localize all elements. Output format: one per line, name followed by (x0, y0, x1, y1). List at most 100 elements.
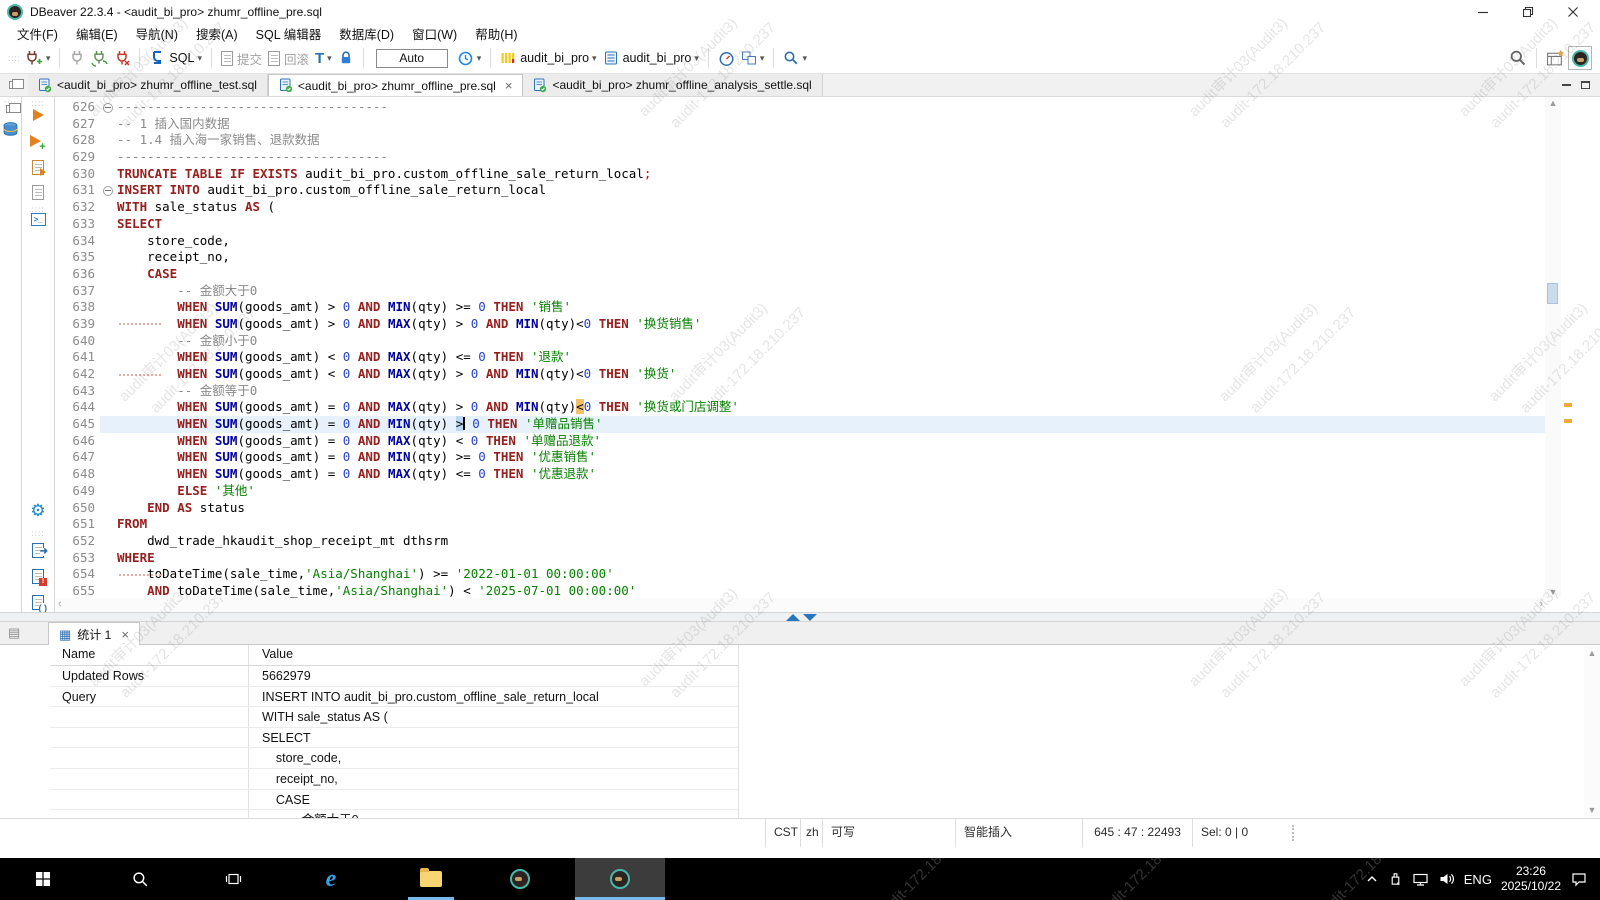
statistics-table[interactable]: Name Value Updated Rows 5662979 Query INSER… (0, 645, 1584, 818)
transaction-log-button[interactable]: ▾ (457, 50, 482, 67)
database-selector[interactable]: audit_bi_pro ▾ (603, 50, 699, 66)
lock-button[interactable] (338, 50, 354, 66)
windows-taskbar: e ENG 23:26 2025/10/22 audit-172.18.210.… (0, 810, 1600, 900)
panel-splitter[interactable] (0, 612, 1600, 622)
dbeaver-window: DBeaver 22.3.4 - <audit_bi_pro> zhumr_of… (0, 0, 1600, 900)
minimize-button[interactable] (1461, 0, 1505, 24)
minimize-editor-icon[interactable] (1562, 83, 1571, 87)
close-button[interactable] (1551, 0, 1595, 24)
chevron-up-icon[interactable] (1365, 872, 1379, 886)
dbeaver-taskbar-icon[interactable] (496, 858, 544, 900)
language-indicator[interactable]: ENG (1464, 872, 1492, 887)
scrollbar-thumb[interactable] (1547, 283, 1558, 304)
scroll-up-icon[interactable]: ▲ (1545, 98, 1561, 108)
chevron-down-icon[interactable]: ▾ (197, 53, 202, 64)
menu-item[interactable]: 窗口(W) (403, 23, 466, 44)
restore-editor-icon[interactable] (0, 74, 28, 96)
fold-gutter (100, 116, 117, 133)
menu-item[interactable]: 搜索(A) (187, 23, 247, 44)
connect-button[interactable] (69, 50, 85, 67)
statistics-tab[interactable]: ▦ 统计 1 × (48, 622, 140, 645)
menu-item[interactable]: 文件(F) (8, 23, 67, 44)
maximize-editor-icon[interactable] (1581, 81, 1590, 89)
restore-panel-icon[interactable] (0, 103, 21, 113)
chevron-down-icon[interactable]: ▾ (592, 53, 597, 64)
fold-gutter (100, 283, 117, 300)
maximize-results-icon[interactable] (786, 614, 800, 621)
results-vertical-scrollbar[interactable]: ▲ ▼ (1584, 645, 1600, 818)
chevron-down-icon[interactable]: ▾ (760, 53, 765, 64)
new-connection-button[interactable]: ▾ (24, 50, 51, 67)
minimize-results-icon[interactable] (803, 614, 817, 621)
speaker-icon[interactable] (1438, 871, 1455, 887)
internet-explorer-icon[interactable]: e (307, 858, 355, 900)
menu-item[interactable]: 导航(N) (127, 23, 187, 44)
layout-button[interactable]: ▾ (741, 50, 765, 66)
fold-gutter (100, 383, 117, 400)
commit-mode-select[interactable]: Auto (375, 48, 448, 68)
value-column-header[interactable]: Value (262, 647, 293, 661)
menu-item[interactable]: 帮助(H) (466, 23, 526, 44)
start-button[interactable] (19, 858, 67, 900)
execute-statement-button[interactable] (22, 109, 54, 121)
chevron-down-icon[interactable]: ▾ (802, 53, 807, 64)
scroll-up-icon[interactable]: ▲ (1584, 648, 1600, 658)
scroll-down-icon[interactable]: ▼ (1545, 587, 1561, 597)
notification-icon[interactable] (1570, 871, 1588, 887)
script-button[interactable] (22, 185, 54, 200)
editor-tab[interactable]: <audit_bi_pro> zhumr_offline_analysis_se… (523, 74, 823, 96)
chevron-down-icon[interactable]: ▾ (327, 53, 332, 64)
menu-item[interactable]: SQL 编辑器 (247, 23, 331, 44)
search-button[interactable] (1509, 49, 1527, 67)
reconnect-button[interactable] (91, 50, 109, 67)
statistics-file-button[interactable]: ( ) (22, 595, 54, 612)
close-icon[interactable]: × (121, 627, 129, 642)
log-file-button[interactable]: ! (22, 569, 54, 586)
menu-item[interactable]: 编辑(E) (67, 23, 127, 44)
execute-script-button[interactable] (22, 160, 54, 176)
line-number: 640 (72, 332, 95, 348)
connection-selector[interactable]: audit_bi_pro ▾ (500, 50, 597, 66)
query-search-button[interactable]: ▾ (783, 50, 807, 66)
usb-icon[interactable] (1388, 871, 1403, 887)
editor-horizontal-scrollbar[interactable]: ‹ › (56, 598, 1545, 612)
sql-editor[interactable]: :::: :::: + :::: >_ ⚙ :::: ➜ ! ( ) 626--… (0, 97, 1600, 612)
commit-button[interactable]: 提交 (220, 49, 262, 68)
editor-tab[interactable]: <audit_bi_pro> zhumr_offline_pre.sql × (267, 74, 524, 96)
chevron-down-icon[interactable]: ▾ (46, 53, 51, 64)
column-divider[interactable] (738, 645, 739, 818)
settings-gear-icon[interactable]: ⚙ (22, 502, 54, 519)
fold-gutter (100, 583, 117, 598)
scroll-down-icon[interactable]: ▼ (1584, 805, 1600, 815)
chevron-down-icon[interactable]: ▾ (694, 53, 699, 64)
editor-vertical-scrollbar[interactable]: ▲ ▼ (1545, 97, 1561, 598)
scroll-left-icon[interactable]: ‹ (58, 598, 62, 610)
open-perspective-button[interactable] (1546, 49, 1565, 67)
restore-button[interactable] (1506, 0, 1550, 24)
performance-gauge-button[interactable] (718, 50, 735, 67)
taskbar-search-button[interactable] (116, 858, 164, 900)
transaction-mode-button[interactable]: T ▾ (315, 50, 332, 67)
database-navigator-icon[interactable] (0, 121, 21, 138)
name-column-header[interactable]: Name (62, 647, 95, 661)
task-view-button[interactable] (209, 858, 257, 900)
dbeaver-perspective-button[interactable] (1568, 46, 1592, 70)
statistics-tab-label: 统计 1 (77, 627, 112, 642)
execute-new-tab-button[interactable]: + (22, 135, 54, 153)
open-console-button[interactable]: >_ (22, 213, 54, 226)
export-result-button[interactable]: ➜ (22, 543, 54, 558)
line-number: 651 (72, 516, 95, 532)
file-explorer-icon[interactable] (407, 858, 455, 900)
taskbar-clock[interactable]: 23:26 2025/10/22 (1501, 864, 1561, 894)
chevron-down-icon[interactable]: ▾ (477, 53, 482, 64)
close-icon[interactable]: × (505, 78, 513, 93)
dbeaver-active-taskbar-icon[interactable] (596, 858, 644, 900)
network-icon[interactable] (1412, 871, 1429, 887)
code-area[interactable]: 626 ------------------------------------ 6… (56, 97, 1545, 598)
menu-item[interactable]: 数据库(D) (330, 23, 403, 44)
editor-tab[interactable]: <audit_bi_pro> zhumr_offline_test.sql (28, 74, 268, 96)
scroll-right-icon[interactable]: › (1539, 598, 1543, 610)
rollback-button[interactable]: 回滚 (267, 49, 309, 68)
sql-editor-button[interactable]: SQL ▾ (149, 50, 202, 66)
disconnect-button[interactable] (114, 50, 130, 67)
